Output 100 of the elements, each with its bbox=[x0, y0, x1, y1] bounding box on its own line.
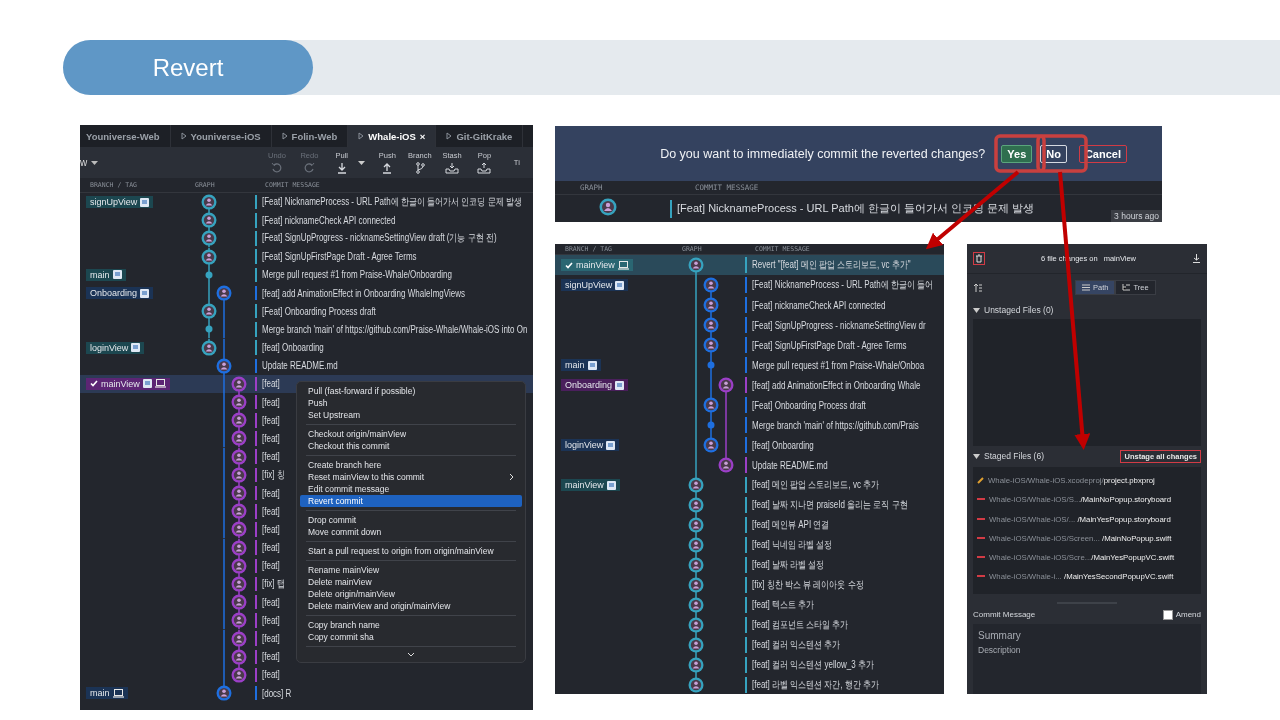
commit-row[interactable]: [Feat] Onboarding Process draft bbox=[80, 302, 533, 321]
section-header[interactable]: Unstaged Files (0) bbox=[973, 305, 1054, 316]
commit-row[interactable]: main [docs] R bbox=[80, 684, 533, 703]
commit-message: [feat] 메인뷰 API 연결 bbox=[752, 518, 830, 532]
commit-row[interactable]: Onboarding [feat] add AnimationEffect in Onboarding WhaleImgViews bbox=[80, 283, 533, 303]
menu-item[interactable]: Move commit down bbox=[300, 526, 522, 538]
monitor-icon bbox=[615, 380, 625, 390]
commit-row[interactable]: [feat] 컬러 익스텐션 yellow_3 추가 bbox=[555, 655, 944, 675]
commit-row[interactable]: Merge branch 'main' of https://github.com/Praise-Whale/Whale-iOS into On bbox=[80, 320, 533, 339]
commit-message: [feat] Onboarding bbox=[262, 342, 324, 354]
commit-message: [Feat] Onboarding Process draft bbox=[752, 399, 866, 411]
repo-tab[interactable]: Whale-iOS × bbox=[348, 125, 437, 147]
commit-row[interactable]: signUpView [Feat] NicknameProcess - URL Path에 한글이 들어가서 인코딩 문제 발생 bbox=[80, 193, 533, 212]
commit-row[interactable]: [feat] bbox=[80, 665, 533, 685]
commit-row[interactable]: main Merge pull request #1 from Praise-Whale/Onboa bbox=[555, 355, 944, 375]
play-icon bbox=[358, 132, 365, 140]
caret-icon[interactable] bbox=[357, 160, 365, 165]
commit-row[interactable]: Onboarding [feat] add AnimationEffect in Onboarding Whale bbox=[555, 375, 944, 395]
menu-item[interactable]: Reset mainView to this commit bbox=[300, 471, 522, 483]
menu-item[interactable]: Checkout this commit bbox=[300, 440, 522, 452]
minus-icon bbox=[977, 498, 985, 502]
trash-icon[interactable] bbox=[973, 252, 985, 266]
menu-item[interactable]: Checkout origin/mainView bbox=[300, 428, 522, 440]
commit-row[interactable]: signUpView [Feat] NicknameProcess - URL Path에 한글이 들어 bbox=[555, 275, 944, 295]
branch-label[interactable]: mainView bbox=[86, 377, 170, 390]
section-header[interactable]: Staged Files (6) bbox=[973, 451, 1044, 462]
commit-row[interactable]: [feat] 컬러 익스텐션 추가 bbox=[555, 635, 944, 655]
branch-label[interactable]: loginView bbox=[561, 439, 620, 451]
branch-label[interactable]: loginView bbox=[86, 341, 145, 354]
commit-row[interactable]: [feat] 닉네임 라벨 설정 bbox=[555, 535, 944, 555]
branch-label[interactable]: mainView bbox=[561, 259, 633, 271]
close-icon[interactable]: × bbox=[419, 130, 426, 142]
branch-name: loginView bbox=[565, 440, 604, 450]
download-icon[interactable] bbox=[1192, 254, 1201, 264]
branch-name: main bbox=[90, 269, 110, 280]
branch-label[interactable]: main bbox=[86, 687, 128, 700]
check-icon bbox=[90, 380, 98, 388]
repo-name[interactable]: w bbox=[80, 157, 88, 168]
commit-row[interactable]: main Merge pull request #1 from Praise-Whale/Onboarding bbox=[80, 265, 533, 284]
commit-row[interactable]: loginView [feat] Onboarding bbox=[555, 435, 944, 455]
commit-row[interactable]: [Feat] SignUpProgress - nicknameSettingView draft (기능 구현 전) bbox=[80, 229, 533, 248]
commit-row[interactable]: [feat] 메인뷰 API 연결 bbox=[555, 515, 944, 535]
menu-item[interactable]: Start a pull request to origin from origin/mainView bbox=[300, 545, 522, 557]
menu-item[interactable]: Revert commit bbox=[300, 495, 522, 507]
commit-message: [feat] bbox=[262, 542, 280, 554]
commit-message: [feat] bbox=[262, 523, 280, 535]
chevron-down-icon[interactable] bbox=[407, 652, 415, 657]
commit-message: [feat] 컬러 익스텐션 추가 bbox=[752, 638, 841, 652]
caret-icon[interactable] bbox=[91, 160, 99, 165]
caret-icon[interactable] bbox=[973, 307, 980, 313]
dialog-button[interactable]: Yes bbox=[1001, 144, 1033, 163]
menu-item[interactable]: Delete origin/mainView bbox=[300, 588, 522, 600]
commit-row[interactable]: [feat] 텍스트 추가 bbox=[555, 595, 944, 615]
dialog-button[interactable]: No bbox=[1040, 144, 1067, 163]
tab-label: Youniverse-iOS bbox=[190, 130, 261, 142]
sort-icon[interactable] bbox=[973, 282, 983, 293]
menu-item[interactable]: Create branch here bbox=[300, 459, 522, 471]
caret-icon[interactable] bbox=[973, 453, 980, 459]
commit-row[interactable]: Update README.md bbox=[555, 455, 944, 475]
commit-row[interactable]: Merge branch 'main' of https://github.com/Prais bbox=[555, 415, 944, 435]
menu-item[interactable]: Delete mainView bbox=[300, 576, 522, 588]
commit-row[interactable]: [Feat] nicknameCheck API connected bbox=[555, 295, 944, 315]
commit-row[interactable]: [Feat] SignUpFirstPage Draft - Agree Terms bbox=[80, 247, 533, 266]
commit-row[interactable]: [feat] 날짜 라벨 설정 bbox=[555, 555, 944, 575]
commit-row[interactable]: mainView [feat] 메인 팝업 스토리보드, vc 추가 bbox=[555, 475, 944, 495]
menu-item[interactable]: Edit commit message bbox=[300, 483, 522, 495]
menu-item[interactable]: Delete mainView and origin/mainView bbox=[300, 600, 522, 612]
menu-item[interactable]: Pull (fast-forward if possible) bbox=[300, 385, 522, 397]
play-icon bbox=[180, 132, 187, 140]
commit-row[interactable]: loginView [feat] Onboarding bbox=[80, 338, 533, 357]
branch-label[interactable]: Onboarding bbox=[86, 287, 154, 300]
commit-message: [Feat] SignUpFirstPage Draft - Agree Terms bbox=[262, 251, 417, 263]
branch-label[interactable]: mainView bbox=[561, 479, 620, 491]
tooltip: 3 hours ago bbox=[1111, 210, 1162, 222]
branch-label[interactable]: signUpView bbox=[561, 279, 629, 291]
branch-name: main bbox=[565, 360, 585, 370]
description-field[interactable]: Description bbox=[978, 644, 1196, 659]
commit-row[interactable]: [feat] 컴포넌트 스타일 추가 bbox=[555, 615, 944, 635]
commit-row[interactable]: mainView Revert "[feat] 메인 팝업 스토리보드, vc 추가" bbox=[555, 255, 944, 275]
summary-field[interactable]: Summary bbox=[978, 629, 1196, 641]
branch-label[interactable]: Onboarding bbox=[561, 379, 629, 391]
commit-row[interactable]: [Feat] SignUpFirstPage Draft - Agree Terms bbox=[555, 335, 944, 355]
commit-row[interactable]: [Feat] Onboarding Process draft bbox=[555, 395, 944, 415]
menu-item[interactable]: Set Upstream bbox=[300, 409, 522, 421]
branch-label[interactable]: main bbox=[561, 359, 601, 371]
commit-row[interactable]: [Feat] nicknameCheck API connected bbox=[80, 211, 533, 230]
branch-label[interactable]: signUpView bbox=[86, 196, 154, 209]
menu-item[interactable]: Push bbox=[300, 397, 522, 409]
menu-item[interactable]: Drop commit bbox=[300, 514, 522, 526]
commit-row[interactable]: [fix] 칭찬 박스 뷰 레이아웃 수정 bbox=[555, 575, 944, 595]
commit-message: Merge pull request #1 from Praise-Whale/Onboa bbox=[752, 359, 925, 371]
menu-item[interactable]: Copy commit sha bbox=[300, 631, 522, 643]
menu-item[interactable]: Rename mainView bbox=[300, 564, 522, 576]
commit-message: [feat] 라벨 익스텐션 자간, 행간 추가 bbox=[752, 678, 880, 692]
branch-label[interactable]: main bbox=[86, 268, 126, 281]
commit-row[interactable]: [feat] 라벨 익스텐션 자간, 행간 추가 bbox=[555, 675, 944, 694]
amend-checkbox[interactable] bbox=[1162, 609, 1173, 620]
commit-row[interactable]: [feat] 날짜 지나면 praiseId 올리는 로직 구현 bbox=[555, 495, 944, 515]
commit-row[interactable]: [Feat] SignUpProgress - nicknameSettingView dr bbox=[555, 315, 944, 335]
menu-item[interactable]: Copy branch name bbox=[300, 619, 522, 631]
